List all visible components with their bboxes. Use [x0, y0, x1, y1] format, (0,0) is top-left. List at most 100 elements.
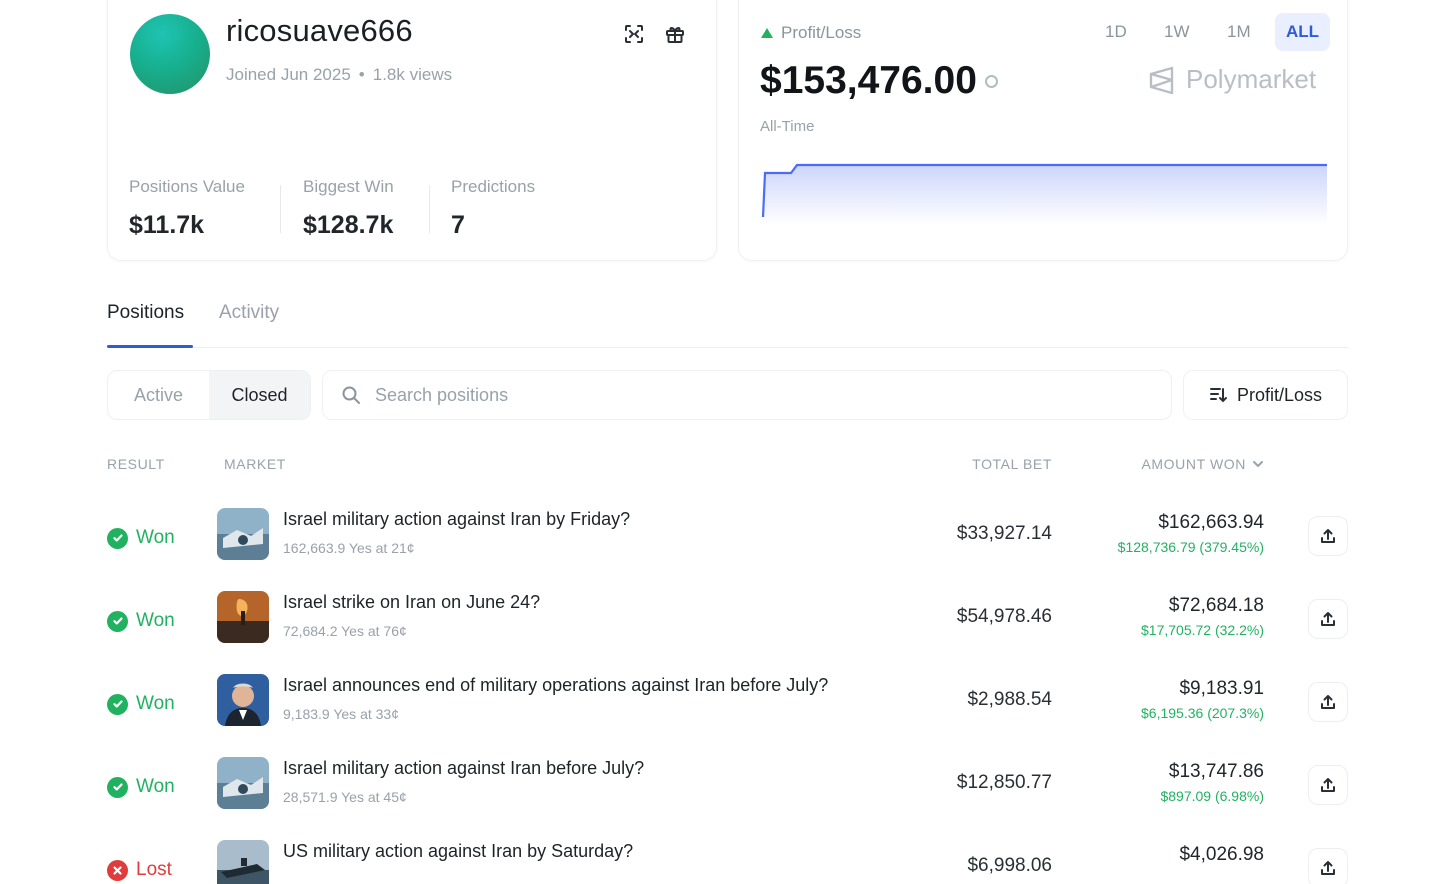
share-icon	[1321, 861, 1335, 875]
market-thumbnail[interactable]	[217, 591, 269, 643]
search-icon	[342, 386, 360, 404]
result-won: Won	[107, 776, 175, 798]
stat-biggest-win: Biggest Win $128.7k	[303, 177, 394, 240]
column-header-total-bet: TOTAL BET	[972, 456, 1052, 472]
filter-active-button[interactable]: Active	[108, 371, 209, 419]
up-arrow-icon	[761, 28, 773, 38]
stat-label: Positions Value	[129, 177, 245, 196]
stat-value: $11.7k	[129, 211, 205, 239]
sort-button[interactable]: Profit/Loss	[1183, 370, 1348, 420]
profit-change: $128,736.79 (379.45%)	[1117, 539, 1264, 555]
stat-positions-value: Positions Value $11.7k	[129, 177, 245, 240]
brand-name: Polymarket	[1186, 64, 1317, 94]
market-title[interactable]: US military action against Iran by Satur…	[283, 841, 633, 862]
total-bet: $2,988.54	[967, 689, 1052, 710]
market-position: 162,663.9 Yes at 21¢	[283, 540, 415, 556]
share-button[interactable]	[1308, 848, 1348, 884]
share-button[interactable]	[1308, 682, 1348, 722]
amount-won: $162,663.94	[1158, 512, 1264, 533]
stat-value: $128.7k	[303, 211, 394, 239]
pnl-amount: $153,476.00	[760, 59, 977, 102]
check-icon	[107, 610, 128, 632]
range-1m-button[interactable]: 1M	[1216, 13, 1262, 51]
sort-label: Profit/Loss	[1236, 384, 1323, 405]
share-icon	[1321, 529, 1335, 543]
check-icon	[107, 776, 128, 798]
active-tab-indicator	[107, 345, 193, 348]
amount-won: $4,026.98	[1179, 844, 1264, 865]
tab-positions[interactable]: Positions	[107, 302, 184, 324]
joined-date: Joined Jun 2025	[226, 65, 351, 84]
scan-icon[interactable]	[621, 21, 647, 47]
search-input[interactable]	[375, 384, 1135, 406]
stat-divider	[280, 185, 281, 233]
stat-label: Predictions	[451, 177, 536, 196]
result-won: Won	[107, 527, 175, 549]
tabs: Positions Activity	[107, 300, 1348, 348]
market-thumbnail[interactable]	[217, 757, 269, 809]
share-button[interactable]	[1308, 599, 1348, 639]
search-box	[322, 370, 1172, 420]
market-title[interactable]: Israel announces end of military operati…	[283, 675, 828, 696]
pnl-period: All-Time	[760, 118, 815, 135]
table-row[interactable]: Won Israel announces end of military ope…	[107, 669, 1348, 752]
table-row[interactable]: Lost US military action against Iran by …	[107, 835, 1348, 884]
market-position: 72,684.2 Yes at 76¢	[283, 623, 407, 639]
pnl-sparkline	[761, 163, 1327, 225]
amount-won: $72,684.18	[1168, 595, 1264, 616]
x-icon	[107, 859, 128, 881]
share-button[interactable]	[1308, 765, 1348, 805]
polymarket-logo-icon	[1149, 66, 1174, 94]
profit-change: $6,195.36 (207.3%)	[1141, 705, 1264, 721]
column-header-amount-won-label: AMOUNT WON	[1141, 456, 1246, 472]
market-thumbnail[interactable]	[217, 508, 269, 560]
check-icon	[107, 693, 128, 715]
pnl-label: Profit/Loss	[761, 23, 861, 43]
market-title[interactable]: Israel military action against Iran befo…	[283, 758, 644, 779]
profit-change: $897.09 (6.98%)	[1160, 788, 1264, 804]
range-1d-button[interactable]: 1D	[1094, 13, 1138, 51]
market-position: 9,183.9 Yes at 33¢	[283, 706, 399, 722]
market-thumbnail[interactable]	[217, 840, 269, 884]
market-title[interactable]: Israel military action against Iran by F…	[283, 509, 630, 530]
status-toggle: Active Closed	[107, 370, 311, 420]
stat-value: 7	[451, 211, 465, 239]
market-thumbnail[interactable]	[217, 674, 269, 726]
tab-activity[interactable]: Activity	[219, 302, 279, 324]
range-all-button[interactable]: ALL	[1275, 13, 1331, 51]
share-icon	[1321, 612, 1335, 626]
info-icon[interactable]	[984, 74, 998, 88]
result-label: Won	[136, 610, 175, 631]
table-row[interactable]: Won Israel military action against Iran …	[107, 503, 1348, 586]
filter-closed-button[interactable]: Closed	[209, 371, 310, 419]
amount-won: $9,183.91	[1179, 678, 1264, 699]
share-button[interactable]	[1308, 516, 1348, 556]
result-label: Won	[136, 527, 175, 548]
column-header-market: MARKET	[224, 456, 286, 472]
result-label: Won	[136, 693, 175, 714]
column-header-amount-won[interactable]: AMOUNT WON	[1100, 456, 1264, 472]
result-won: Won	[107, 693, 175, 715]
pnl-label-text: Profit/Loss	[781, 23, 862, 42]
total-bet: $33,927.14	[956, 523, 1052, 544]
avatar[interactable]	[130, 14, 210, 94]
profile-card: ricosuave666 Joined Jun 2025 • 1.8k views …	[107, 0, 717, 261]
total-bet: $6,998.06	[967, 855, 1052, 876]
sort-icon	[1209, 388, 1227, 403]
market-title[interactable]: Israel strike on Iran on June 24?	[283, 592, 540, 613]
range-1w-button[interactable]: 1W	[1153, 13, 1201, 51]
table-row[interactable]: Won Israel strike on Iran on June 24? 72…	[107, 586, 1348, 669]
total-bet: $54,978.46	[956, 606, 1052, 627]
polymarket-brand: Polymarket	[1148, 64, 1316, 95]
view-count: 1.8k views	[372, 65, 453, 84]
result-lost: Lost	[107, 859, 172, 881]
username: ricosuave666	[226, 13, 413, 48]
check-icon	[107, 527, 128, 549]
column-header-result: RESULT	[107, 456, 165, 472]
sparkline-area	[763, 165, 1327, 225]
gift-icon[interactable]	[662, 21, 688, 47]
chevron-down-icon	[1253, 461, 1263, 468]
result-label: Lost	[136, 859, 172, 880]
stat-label: Biggest Win	[303, 177, 394, 196]
table-row[interactable]: Won Israel military action against Iran …	[107, 752, 1348, 835]
